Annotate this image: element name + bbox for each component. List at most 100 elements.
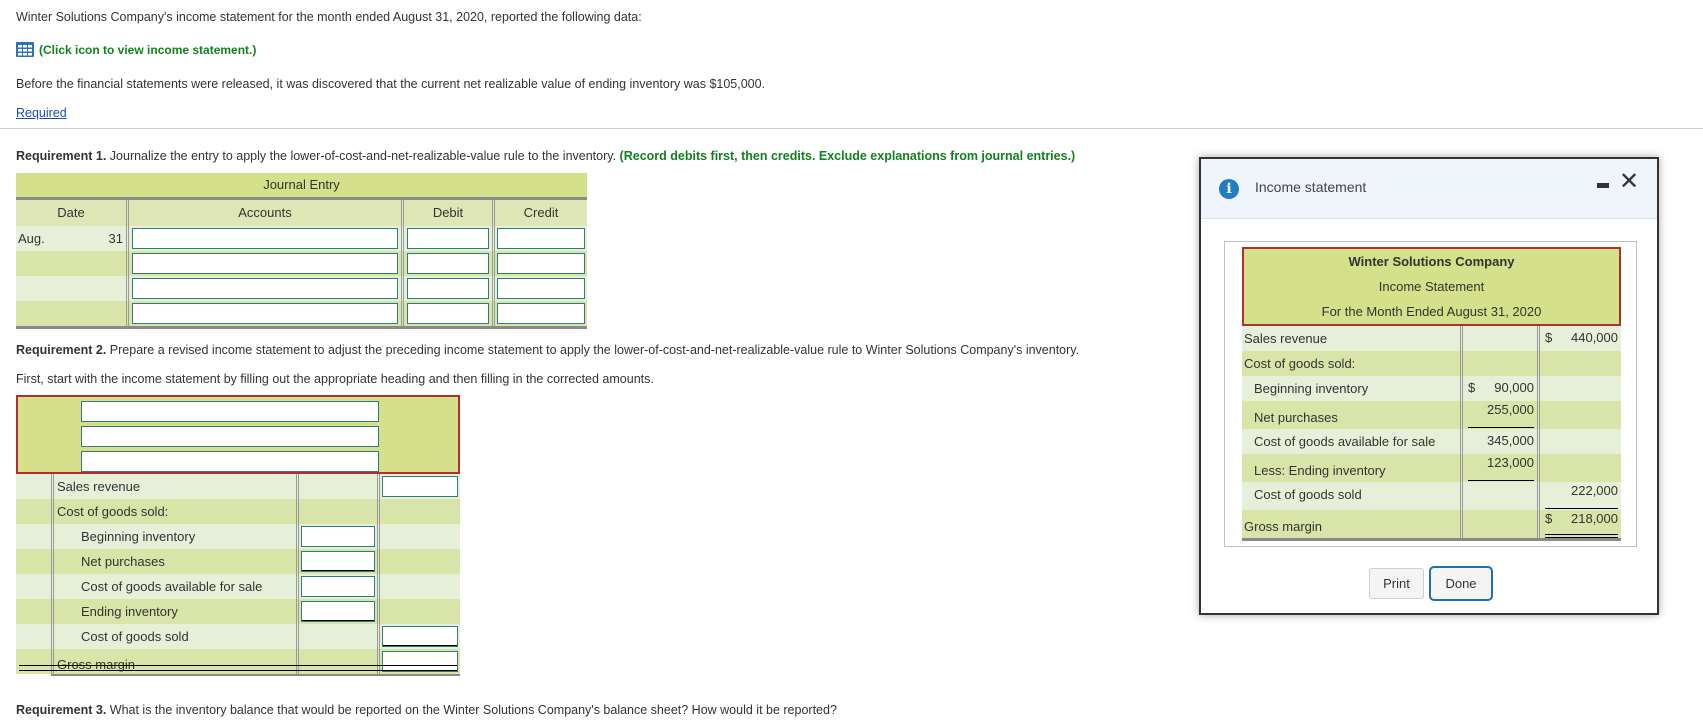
statement-row: Ending inventory [16, 599, 460, 624]
credit-input-3[interactable] [497, 278, 585, 299]
requirement-3-label: Requirement 3. [16, 703, 107, 717]
beginning-inventory-input[interactable] [301, 526, 375, 547]
dialog-title: Income statement [1255, 179, 1367, 195]
amount: 90,000 [1494, 380, 1534, 395]
date-cell [16, 251, 129, 276]
amount: 123,000 [1487, 455, 1534, 470]
debit-input-1[interactable] [407, 228, 489, 249]
revised-income-statement: Sales revenue Cost of goods sold: Beginn… [16, 395, 460, 676]
company-name: Winter Solutions Company [1348, 254, 1515, 269]
row-label: Cost of goods sold [51, 624, 299, 649]
divider [0, 128, 1703, 129]
required-link[interactable]: Required [16, 106, 67, 120]
goods-available-input[interactable] [301, 576, 375, 597]
heading-period-input[interactable] [81, 451, 379, 472]
sales-revenue-input[interactable] [382, 476, 458, 497]
credit-input-1[interactable] [497, 228, 585, 249]
journal-header-row: Date Accounts Debit Credit [16, 197, 587, 226]
amount: 255,000 [1487, 402, 1534, 417]
row-label: Gross margin [1242, 510, 1463, 538]
cost-of-goods-sold-input[interactable] [382, 626, 458, 647]
statement-heading [16, 395, 460, 474]
dialog-header[interactable]: i Income statement ✕ [1201, 159, 1657, 219]
minimize-icon[interactable] [1597, 183, 1609, 188]
net-purchases-input[interactable] [301, 551, 375, 572]
header-credit: Credit [523, 205, 559, 220]
heading-statement-input[interactable] [81, 426, 379, 447]
currency-symbol: $ [1545, 511, 1553, 526]
close-icon[interactable]: ✕ [1619, 169, 1639, 193]
statement-panel: Winter Solutions Company Income Statemen… [1224, 241, 1637, 547]
journal-entry-table: Journal Entry Date Accounts Debit Credit… [16, 173, 587, 329]
statement-row: Cost of goods sold: [1242, 351, 1621, 376]
row-label: Sales revenue [51, 474, 299, 499]
requirement-2-label: Requirement 2. [16, 343, 107, 357]
requirement-1-label: Requirement 1. [16, 149, 107, 163]
journal-row: Aug. 31 [16, 226, 587, 251]
account-input-3[interactable] [132, 278, 398, 299]
underline [1468, 427, 1534, 428]
row-label: Cost of goods sold: [51, 499, 299, 524]
double-underline [1545, 534, 1618, 538]
statement-row: Net purchases 255,000 [1242, 401, 1621, 429]
statement-period: For the Month Ended August 31, 2020 [1321, 304, 1542, 319]
statement-name: Income Statement [1378, 279, 1485, 294]
row-label: Net purchases [51, 549, 299, 574]
amount: 440,000 [1571, 330, 1618, 345]
amount: 218,000 [1571, 511, 1618, 526]
journal-row [16, 276, 587, 301]
view-income-statement-label[interactable]: (Click icon to view income statement.) [39, 43, 256, 57]
header-debit: Debit [404, 200, 495, 226]
credit-input-2[interactable] [497, 253, 585, 274]
table-bottom-rule [16, 326, 587, 329]
heading-company-input[interactable] [81, 401, 379, 422]
credit-input-4[interactable] [497, 303, 585, 324]
requirement-1: Requirement 1. Journalize the entry to a… [16, 149, 1075, 163]
date-cell [16, 301, 129, 326]
view-income-statement-link[interactable]: (Click icon to view income statement.) [16, 42, 256, 60]
statement-row: Gross margin $218,000 [1242, 510, 1621, 538]
requirement-2-subtext: First, start with the income statement b… [16, 372, 654, 386]
row-label: Less: Ending inventory [1242, 454, 1463, 482]
info-icon: i [1219, 179, 1239, 199]
statement-row: Net purchases [16, 549, 460, 574]
gross-margin-input[interactable] [382, 651, 458, 672]
account-input-2[interactable] [132, 253, 398, 274]
statement-row: Cost of goods available for sale 345,000 [1242, 429, 1621, 454]
debit-input-2[interactable] [407, 253, 489, 274]
underline [1545, 508, 1618, 509]
underline [1468, 480, 1534, 481]
table-grid-icon[interactable] [16, 42, 34, 60]
account-input-1[interactable] [132, 228, 398, 249]
debit-input-4[interactable] [407, 303, 489, 324]
row-label: Cost of goods sold [1242, 482, 1463, 510]
statement-row: Beginning inventory [16, 524, 460, 549]
statement-row: Sales revenue [16, 474, 460, 499]
amount: 345,000 [1487, 433, 1534, 448]
currency-symbol: $ [1545, 330, 1553, 345]
statement-heading: Winter Solutions Company Income Statemen… [1242, 247, 1621, 326]
date-month: Aug. [18, 231, 45, 246]
income-statement-table: Winter Solutions Company Income Statemen… [1242, 247, 1621, 541]
requirement-1-text: Journalize the entry to apply the lower-… [106, 149, 620, 163]
intro-text: Winter Solutions Company's income statem… [16, 10, 642, 24]
nrv-text: Before the financial statements were rel… [16, 77, 766, 91]
ending-inventory-input[interactable] [301, 601, 375, 622]
done-button[interactable]: Done [1429, 566, 1493, 601]
requirement-1-instruction: (Record debits first, then credits. Excl… [619, 149, 1076, 163]
print-button[interactable]: Print [1369, 568, 1424, 599]
table-bottom-rule [1242, 538, 1621, 541]
amount: 222,000 [1571, 483, 1618, 498]
statement-row: Cost of goods sold [16, 624, 460, 649]
journal-entry-title: Journal Entry [16, 173, 587, 197]
date-cell: Aug. 31 [16, 226, 129, 251]
statement-row: Cost of goods sold: [16, 499, 460, 524]
requirement-3-text: What is the inventory balance that would… [106, 703, 837, 717]
statement-row: Cost of goods available for sale [16, 574, 460, 599]
debit-input-3[interactable] [407, 278, 489, 299]
statement-row: Gross margin [16, 649, 460, 674]
account-input-4[interactable] [132, 303, 398, 324]
requirement-2: Requirement 2. Prepare a revised income … [16, 343, 1079, 357]
row-label: Cost of goods sold: [1242, 351, 1463, 376]
requirement-2-text: Prepare a revised income statement to ad… [106, 343, 1080, 357]
